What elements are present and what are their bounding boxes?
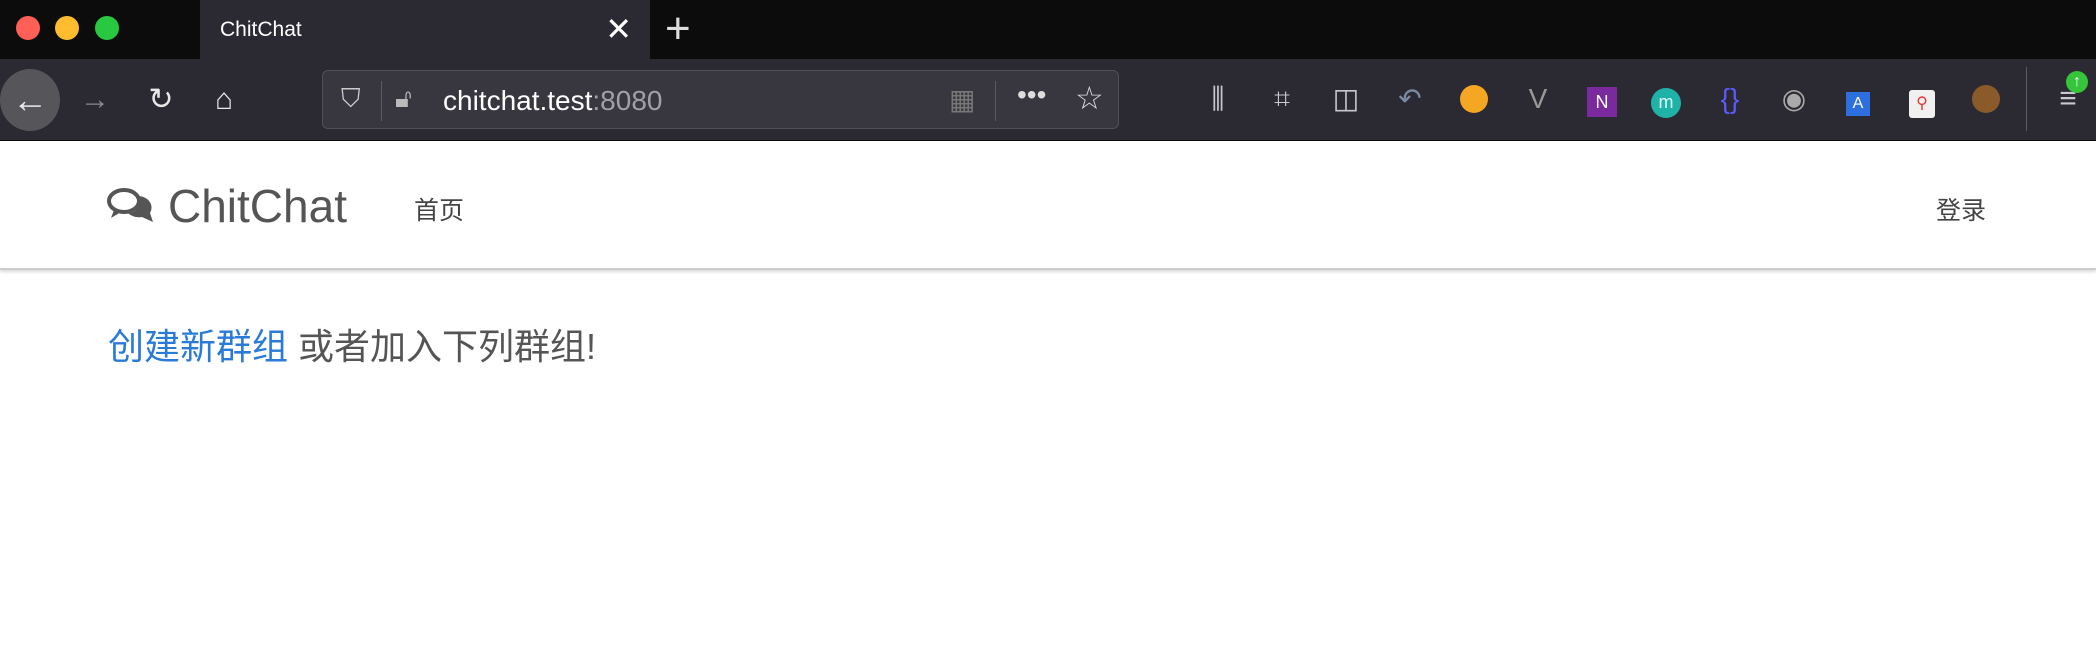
tab-bar: ChitChat ✕ + [0,0,2096,59]
m-icon[interactable]: m [1646,79,1686,119]
sidebar-icon[interactable]: ◫ [1326,79,1366,119]
tab-title: ChitChat [220,18,302,41]
forward-icon[interactable]: → [74,79,116,121]
update-badge-icon: ↑ [2066,71,2088,93]
reload-icon[interactable]: ↻ [140,79,182,121]
window-minimize-button[interactable] [55,16,79,40]
create-group-link[interactable]: 创建新群组 [108,326,288,367]
emoji-icon[interactable] [1454,79,1494,119]
library-icon[interactable]: ⫼ [1198,79,1238,119]
vue-icon[interactable]: V [1518,79,1558,119]
insecure-lock-icon[interactable]: 🔓︎ [395,83,412,115]
url-text[interactable]: chitchat.test:8080 [443,85,662,117]
tab-chitchat[interactable]: ChitChat ✕ [200,0,650,59]
comments-icon [107,188,153,222]
window-maximize-button[interactable] [95,16,119,40]
url-bar[interactable]: ⛉ 🔓︎ chitchat.test:8080 ▦ ••• ☆ [322,70,1119,129]
heading-text: 或者加入下列群组! [288,326,597,367]
qr-code-icon[interactable]: ▦ [949,83,975,116]
bookmark-star-icon[interactable]: ☆ [1075,79,1104,117]
brand-name: ChitChat [168,180,347,232]
onenote-icon[interactable]: N [1582,79,1622,119]
site-navbar: ChitChat 首页 登录 [0,141,2096,270]
new-tab-button[interactable]: + [665,4,691,54]
sitemap-icon[interactable]: ⚲ [1902,79,1942,119]
undo-icon[interactable]: ↶ [1390,79,1430,119]
translate-icon[interactable]: A [1838,79,1878,119]
brand-link[interactable]: ChitChat [106,179,347,233]
crop-icon[interactable]: ⌗ [1262,79,1302,119]
window-close-button[interactable] [16,16,40,40]
page-heading: 创建新群组 或者加入下列群组! [108,318,596,370]
cookie-icon[interactable] [1966,79,2006,119]
back-icon[interactable]: ← [0,69,60,131]
home-icon[interactable]: ⌂ [203,79,245,121]
account-icon[interactable]: ◉ [1774,79,1814,119]
shield-icon[interactable]: ⛉ [341,83,361,115]
nav-login[interactable]: 登录 [1936,191,1986,227]
json-icon[interactable]: {} [1710,79,1750,119]
more-icon[interactable]: ••• [1017,79,1046,111]
close-tab-icon[interactable]: ✕ [605,10,632,48]
nav-home[interactable]: 首页 [414,191,464,227]
browser-toolbar: ← → ↻ ⌂ ⛉ 🔓︎ chitchat.test:8080 ▦ ••• ☆ … [0,59,2096,141]
